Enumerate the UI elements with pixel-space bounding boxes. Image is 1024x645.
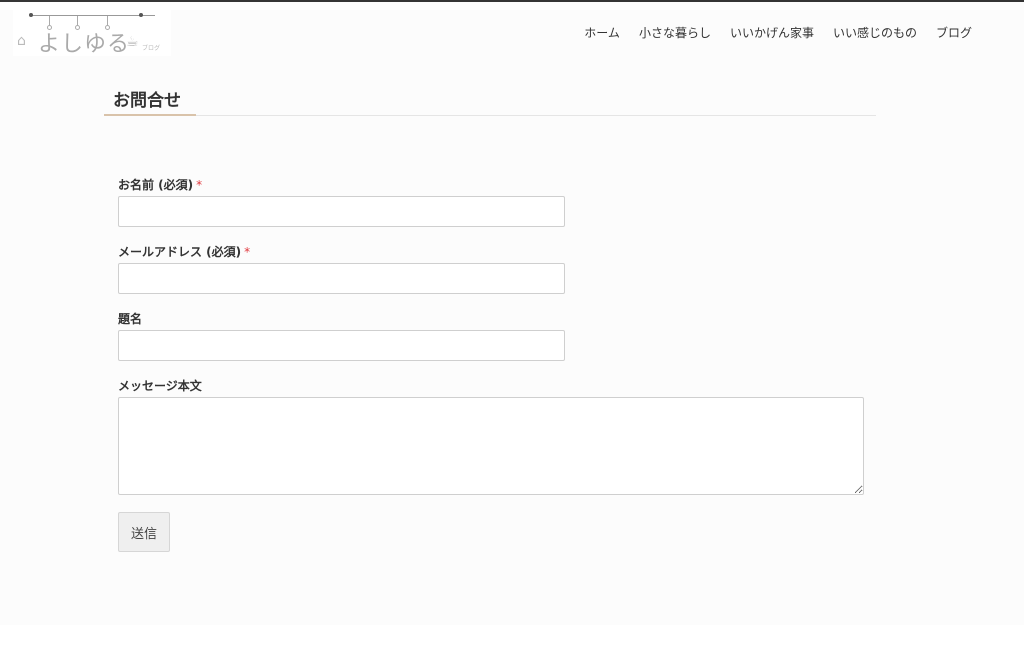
nav-item-housework[interactable]: いいかげん家事 <box>730 25 814 41</box>
main-nav: ホーム 小さな暮らし いいかげん家事 いい感じのもの ブログ <box>565 25 972 41</box>
submit-button[interactable]: 送信 <box>118 512 170 552</box>
name-label-text: お名前 (必須) <box>118 178 194 192</box>
message-textarea[interactable] <box>118 397 864 495</box>
name-field[interactable] <box>118 196 565 227</box>
site-logo[interactable]: ⌂ よしゆる ☕ ブログ <box>13 10 171 57</box>
nav-item-good-things[interactable]: いい感じのもの <box>833 25 917 41</box>
footer-band <box>0 625 1024 645</box>
required-mark: * <box>244 245 251 259</box>
subject-label: 題名 <box>118 312 143 326</box>
house-icon: ⌂ <box>17 33 26 49</box>
email-field[interactable] <box>118 263 565 294</box>
message-label: メッセージ本文 <box>118 379 202 393</box>
logo-subtitle: ブログ <box>142 45 161 52</box>
email-label-text: メールアドレス (必須) <box>118 245 242 259</box>
name-label: お名前 (必須) * <box>118 176 202 193</box>
nav-item-home[interactable]: ホーム <box>584 25 620 41</box>
garland-dot-icon <box>139 13 143 17</box>
top-border <box>0 0 1024 2</box>
teapot-icon: ☕ <box>126 34 139 50</box>
title-divider <box>104 115 876 116</box>
garland-dot-icon <box>29 13 33 17</box>
nav-item-blog[interactable]: ブログ <box>936 25 972 41</box>
title-accent-bar <box>104 114 196 116</box>
page-title: お問合せ <box>113 91 181 111</box>
logo-text: よしゆる <box>38 32 131 57</box>
nav-item-small-living[interactable]: 小さな暮らし <box>639 25 711 41</box>
required-mark: * <box>196 178 203 192</box>
email-label: メールアドレス (必須) * <box>118 243 250 260</box>
subject-field[interactable] <box>118 330 565 361</box>
